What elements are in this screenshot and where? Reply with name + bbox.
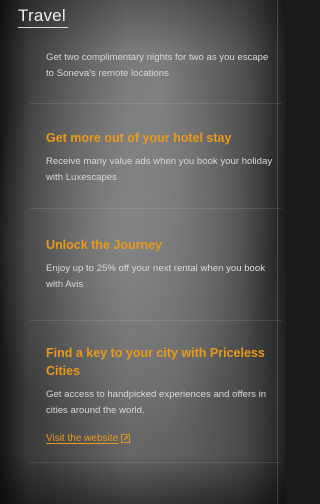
- offer-description: Enjoy up to 25% off your next rental whe…: [46, 263, 266, 290]
- card-divider: [30, 320, 282, 321]
- travel-offers-panel: Travel Get two complimentary nights for …: [0, 0, 286, 504]
- offer-title: Find a key to your city with Priceless C…: [46, 346, 265, 378]
- offer-card-soneva: Get two complimentary nights for two as …: [46, 50, 278, 82]
- card-divider: [30, 208, 282, 209]
- offer-description: Get access to handpicked experiences and…: [46, 389, 267, 416]
- section-header: Travel: [18, 6, 68, 28]
- section-title-underline: [18, 27, 68, 28]
- section-title: Travel: [18, 6, 66, 25]
- visit-website-link[interactable]: Visit the website: [46, 433, 131, 444]
- offer-title: Unlock the Journey: [46, 238, 162, 252]
- external-link-icon: [121, 434, 131, 443]
- offer-description: Get two complimentary nights for two as …: [46, 52, 269, 79]
- offer-description: Receive many value ads when you book you…: [46, 156, 273, 183]
- card-divider: [30, 462, 282, 463]
- offer-card-priceless-cities: Find a key to your city with Priceless C…: [46, 344, 278, 446]
- visit-website-label: Visit the website: [46, 433, 119, 444]
- offer-card-avis: Unlock the Journey Enjoy up to 25% off y…: [46, 236, 278, 293]
- offer-card-hotel-stay: Get more out of your hotel stay Receive …: [46, 129, 278, 186]
- card-divider: [30, 103, 282, 104]
- offer-title: Get more out of your hotel stay: [46, 131, 232, 145]
